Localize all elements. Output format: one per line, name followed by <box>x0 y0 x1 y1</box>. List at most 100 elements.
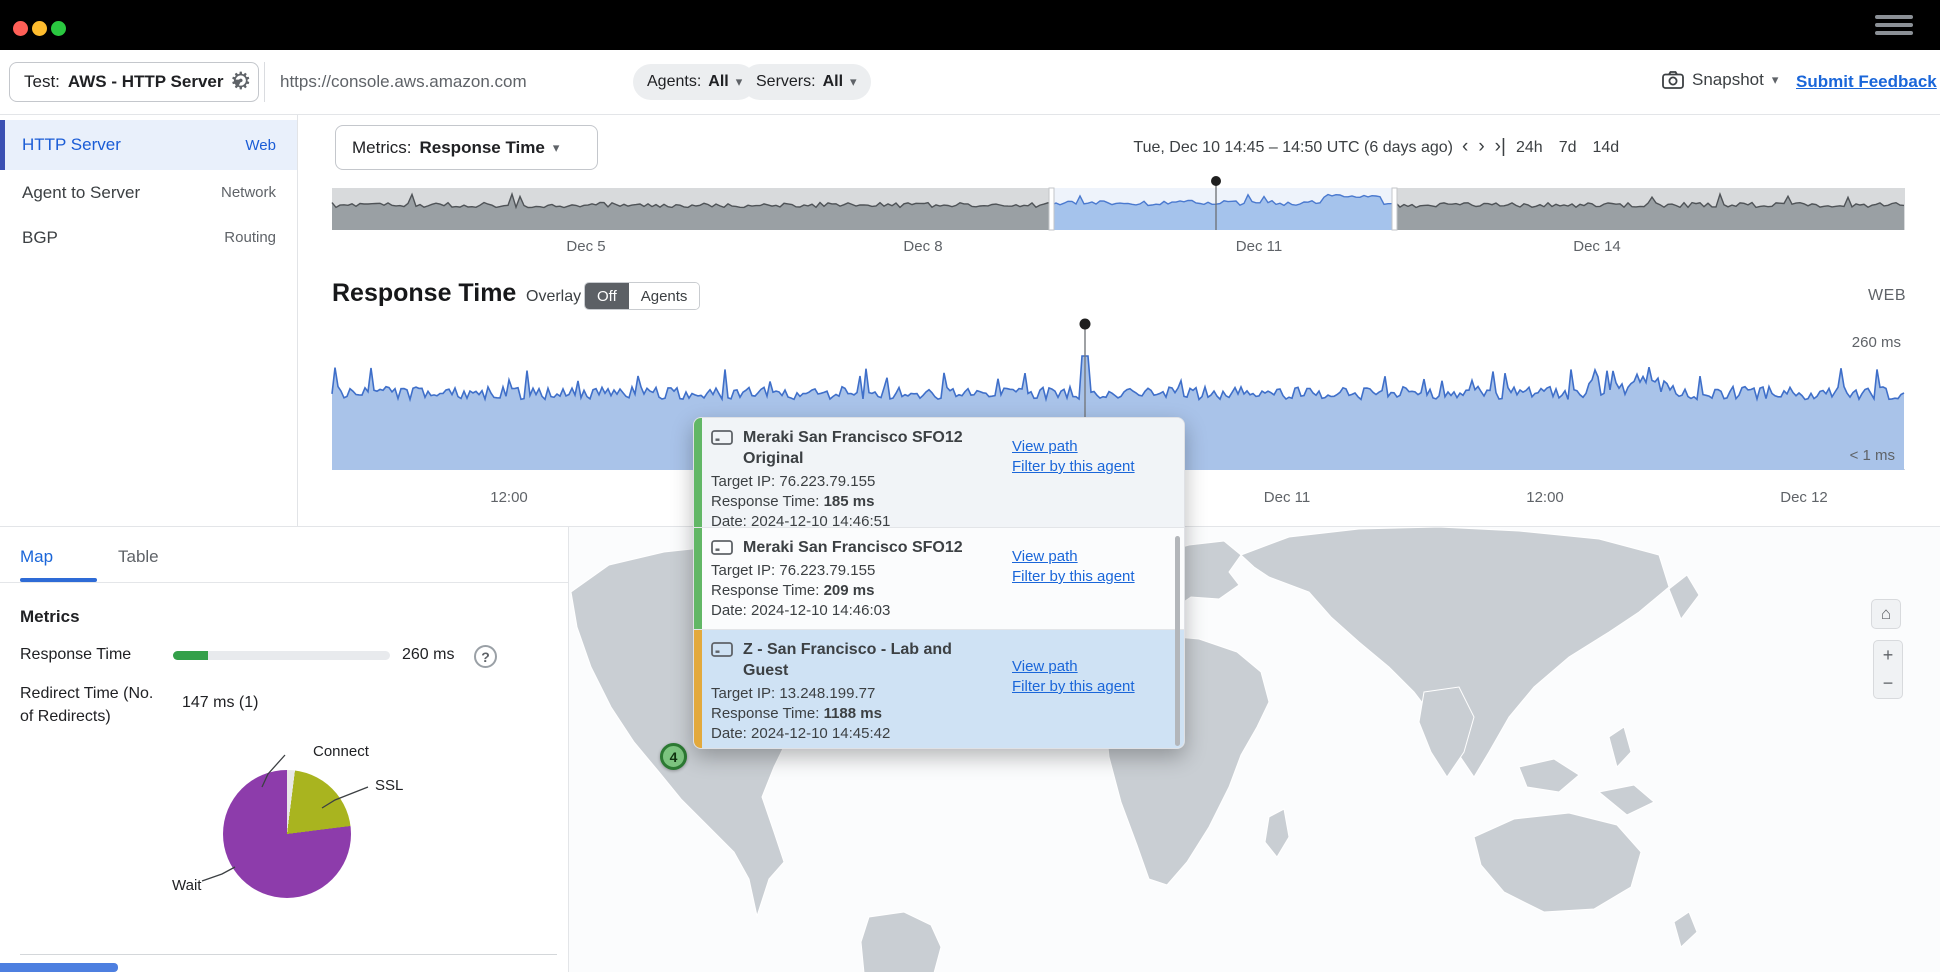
agent-name: Meraki San Francisco SFO12 <box>743 537 968 558</box>
agent-target-ip: Target IP: 76.223.79.155 <box>711 561 968 581</box>
camera-icon <box>1662 71 1684 89</box>
response-time-progressbar <box>173 651 390 660</box>
metrics-selector[interactable]: Metrics: Response Time ▾ <box>335 125 598 170</box>
metrics-label: Metrics: <box>352 138 412 158</box>
test-selector[interactable]: Test: AWS - HTTP Server ▼ <box>9 62 259 102</box>
map-home-button[interactable]: ⌂ <box>1871 599 1901 629</box>
response-time-progress-fill <box>173 651 208 660</box>
range-24h-button[interactable]: 24h <box>1516 139 1543 157</box>
view-path-link[interactable]: View path <box>1012 438 1135 455</box>
enterprise-agent-icon <box>711 430 733 445</box>
brush-handle-left[interactable] <box>1049 188 1054 230</box>
sidebar-item-http-server[interactable]: HTTP Server Web <box>0 120 297 170</box>
time-navigation: ‹ › ›| <box>1462 136 1506 158</box>
nav-prev-button[interactable]: ‹ <box>1462 136 1468 158</box>
view-tabs: Map Table <box>0 527 568 583</box>
agent-name: Meraki San Francisco SFO12 Original <box>743 427 968 469</box>
agent-status-accent <box>694 630 702 749</box>
web-layer-badge: WEB <box>1868 287 1906 305</box>
pie-label-ssl: SSL <box>375 777 403 794</box>
panel-divider <box>20 954 557 955</box>
agent-response-time: Response Time: 209 ms <box>711 581 968 601</box>
toolbar: Test: AWS - HTTP Server ▼ ⚙ https://cons… <box>0 50 1940 115</box>
metrics-heading: Metrics <box>20 607 80 627</box>
agent-card[interactable]: Meraki San Francisco SFO12 Original Targ… <box>694 418 1184 528</box>
nav-next-button[interactable]: › <box>1478 136 1484 158</box>
test-url: https://console.aws.amazon.com <box>280 72 527 92</box>
snapshot-button[interactable]: Snapshot ▾ <box>1662 70 1778 90</box>
enterprise-agent-icon <box>711 540 733 555</box>
sidebar-item-bgp[interactable]: BGP Routing <box>0 215 297 260</box>
results-left-panel: Map Table Metrics Response Time 260 ms ?… <box>0 526 569 972</box>
view-path-link[interactable]: View path <box>1012 548 1135 565</box>
chevron-down-icon: ▾ <box>553 140 560 156</box>
agent-target-ip: Target IP: 76.223.79.155 <box>711 472 968 492</box>
x-axis-tick: Dec 11 <box>1264 489 1310 506</box>
x-axis-tick: 12:00 <box>490 489 528 506</box>
map-zoom-out-button[interactable]: − <box>1873 669 1903 699</box>
snapshot-label: Snapshot <box>1692 70 1764 90</box>
overview-date: Dec 14 <box>1573 238 1621 255</box>
help-icon[interactable]: ? <box>474 645 497 668</box>
range-14d-button[interactable]: 14d <box>1593 139 1620 157</box>
overlay-off-button[interactable]: Off <box>585 283 629 309</box>
overview-marker-pin[interactable] <box>1211 176 1221 186</box>
agent-card[interactable]: Meraki San Francisco SFO12 Target IP: 76… <box>694 528 1184 630</box>
sidebar-item-label: BGP <box>22 228 58 248</box>
range-7d-button[interactable]: 7d <box>1559 139 1577 157</box>
nav-latest-button[interactable]: ›| <box>1495 136 1506 158</box>
hamburger-menu-icon[interactable] <box>1875 15 1913 36</box>
x-axis-tick: Dec 12 <box>1780 489 1828 506</box>
window-titlebar <box>0 0 1940 50</box>
overview-date: Dec 8 <box>903 238 942 255</box>
sidebar-item-label: HTTP Server <box>22 135 121 155</box>
brush-handle-right[interactable] <box>1392 188 1397 230</box>
overlay-label: Overlay <box>526 288 581 306</box>
pie-label-connect: Connect <box>313 743 369 760</box>
agent-card-highlighted[interactable]: Z - San Francisco - Lab and Guest Target… <box>694 630 1184 749</box>
overview-date: Dec 11 <box>1236 238 1282 255</box>
y-axis-max-label: 260 ms <box>1852 334 1901 351</box>
overview-timeline-brush[interactable] <box>332 188 1905 230</box>
test-label: Test: <box>24 72 60 92</box>
enterprise-agent-icon <box>711 642 733 657</box>
app-window: Test: AWS - HTTP Server ▼ ⚙ https://cons… <box>0 0 1940 972</box>
tooltip-scrollbar-thumb[interactable] <box>1175 536 1180 746</box>
horizontal-scrollbar-thumb[interactable] <box>0 963 118 972</box>
agent-date: Date: 2024-12-10 14:45:42 <box>711 724 968 744</box>
map-zoom-in-button[interactable]: + <box>1873 640 1903 670</box>
test-layers-sidebar: HTTP Server Web Agent to Server Network … <box>0 115 298 526</box>
sidebar-item-label: Agent to Server <box>22 183 140 203</box>
view-path-link[interactable]: View path <box>1012 658 1135 675</box>
redirect-time-value: 147 ms (1) <box>182 694 258 712</box>
overview-date: Dec 5 <box>566 238 605 255</box>
test-value: AWS - HTTP Server <box>68 72 224 92</box>
response-time-value: 260 ms <box>402 646 454 664</box>
submit-feedback-link[interactable]: Submit Feedback <box>1796 72 1937 92</box>
minimize-window-button[interactable] <box>32 21 47 36</box>
servers-label: Servers: <box>756 73 816 91</box>
agent-response-time: Response Time: 1188 ms <box>711 704 968 724</box>
metrics-value: Response Time <box>420 138 545 158</box>
pie-label-wait: Wait <box>172 877 201 894</box>
filter-by-agent-link[interactable]: Filter by this agent <box>1012 568 1135 585</box>
gear-icon[interactable]: ⚙ <box>230 63 252 101</box>
tab-table[interactable]: Table <box>118 547 159 567</box>
chevron-down-icon: ▾ <box>850 74 857 90</box>
chart-marker-pin[interactable] <box>1080 319 1091 330</box>
filter-by-agent-link[interactable]: Filter by this agent <box>1012 678 1135 695</box>
agent-date: Date: 2024-12-10 14:46:03 <box>711 601 968 621</box>
agent-cluster-marker[interactable]: 4 <box>660 743 687 770</box>
response-breakdown-pie-chart[interactable] <box>223 770 351 898</box>
maximize-window-button[interactable] <box>51 21 66 36</box>
active-tab-indicator <box>20 578 97 582</box>
agent-status-accent <box>694 528 702 629</box>
sidebar-item-agent-to-server[interactable]: Agent to Server Network <box>0 170 297 215</box>
filter-by-agent-link[interactable]: Filter by this agent <box>1012 458 1135 475</box>
agents-filter[interactable]: Agents: All ▾ <box>633 64 756 100</box>
servers-filter[interactable]: Servers: All ▾ <box>742 64 871 100</box>
overlay-agents-button[interactable]: Agents <box>629 283 700 309</box>
agent-tooltip-popup: Meraki San Francisco SFO12 Original Targ… <box>693 417 1185 749</box>
tab-map[interactable]: Map <box>20 547 53 567</box>
close-window-button[interactable] <box>13 21 28 36</box>
